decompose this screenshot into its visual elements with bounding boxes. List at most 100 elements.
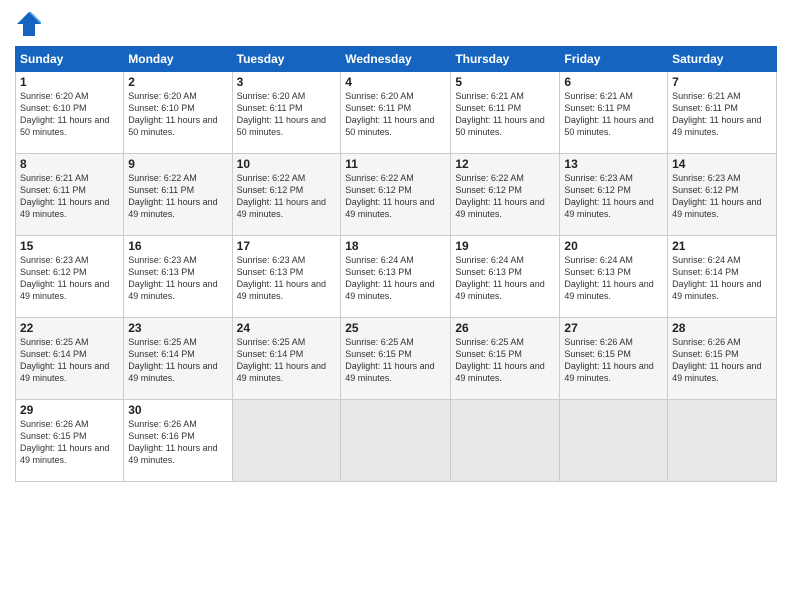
col-thursday: Thursday — [451, 47, 560, 72]
col-friday: Friday — [560, 47, 668, 72]
day-number: 12 — [455, 157, 555, 171]
day-number: 3 — [237, 75, 337, 89]
calendar-week-row-5: 29 Sunrise: 6:26 AMSunset: 6:15 PMDaylig… — [16, 400, 777, 482]
day-number: 21 — [672, 239, 772, 253]
day-number: 30 — [128, 403, 227, 417]
calendar-cell: 4 Sunrise: 6:20 AMSunset: 6:11 PMDayligh… — [341, 72, 451, 154]
day-info: Sunrise: 6:21 AMSunset: 6:11 PMDaylight:… — [564, 90, 663, 139]
day-info: Sunrise: 6:25 AMSunset: 6:15 PMDaylight:… — [345, 336, 446, 385]
calendar-cell: 7 Sunrise: 6:21 AMSunset: 6:11 PMDayligh… — [668, 72, 777, 154]
calendar-week-row-2: 8 Sunrise: 6:21 AMSunset: 6:11 PMDayligh… — [16, 154, 777, 236]
day-info: Sunrise: 6:25 AMSunset: 6:14 PMDaylight:… — [128, 336, 227, 385]
calendar-cell: 12 Sunrise: 6:22 AMSunset: 6:12 PMDaylig… — [451, 154, 560, 236]
calendar-cell: 13 Sunrise: 6:23 AMSunset: 6:12 PMDaylig… — [560, 154, 668, 236]
day-number: 15 — [20, 239, 119, 253]
day-info: Sunrise: 6:26 AMSunset: 6:15 PMDaylight:… — [20, 418, 119, 467]
day-info: Sunrise: 6:24 AMSunset: 6:13 PMDaylight:… — [564, 254, 663, 303]
day-info: Sunrise: 6:22 AMSunset: 6:12 PMDaylight:… — [345, 172, 446, 221]
calendar-cell: 20 Sunrise: 6:24 AMSunset: 6:13 PMDaylig… — [560, 236, 668, 318]
day-info: Sunrise: 6:26 AMSunset: 6:15 PMDaylight:… — [672, 336, 772, 385]
calendar-cell: 15 Sunrise: 6:23 AMSunset: 6:12 PMDaylig… — [16, 236, 124, 318]
day-number: 18 — [345, 239, 446, 253]
day-info: Sunrise: 6:26 AMSunset: 6:15 PMDaylight:… — [564, 336, 663, 385]
page: Sunday Monday Tuesday Wednesday Thursday… — [0, 0, 792, 612]
day-info: Sunrise: 6:20 AMSunset: 6:11 PMDaylight:… — [237, 90, 337, 139]
day-info: Sunrise: 6:25 AMSunset: 6:14 PMDaylight:… — [237, 336, 337, 385]
day-number: 1 — [20, 75, 119, 89]
day-info: Sunrise: 6:22 AMSunset: 6:11 PMDaylight:… — [128, 172, 227, 221]
calendar-table: Sunday Monday Tuesday Wednesday Thursday… — [15, 46, 777, 482]
day-number: 28 — [672, 321, 772, 335]
calendar-cell: 21 Sunrise: 6:24 AMSunset: 6:14 PMDaylig… — [668, 236, 777, 318]
calendar-cell — [341, 400, 451, 482]
day-number: 26 — [455, 321, 555, 335]
day-number: 7 — [672, 75, 772, 89]
day-info: Sunrise: 6:20 AMSunset: 6:10 PMDaylight:… — [128, 90, 227, 139]
calendar-cell: 25 Sunrise: 6:25 AMSunset: 6:15 PMDaylig… — [341, 318, 451, 400]
day-info: Sunrise: 6:24 AMSunset: 6:13 PMDaylight:… — [345, 254, 446, 303]
calendar-cell — [232, 400, 341, 482]
day-number: 22 — [20, 321, 119, 335]
day-number: 8 — [20, 157, 119, 171]
col-sunday: Sunday — [16, 47, 124, 72]
day-info: Sunrise: 6:23 AMSunset: 6:13 PMDaylight:… — [237, 254, 337, 303]
day-number: 29 — [20, 403, 119, 417]
day-info: Sunrise: 6:23 AMSunset: 6:12 PMDaylight:… — [564, 172, 663, 221]
day-info: Sunrise: 6:24 AMSunset: 6:14 PMDaylight:… — [672, 254, 772, 303]
day-number: 6 — [564, 75, 663, 89]
calendar-cell: 5 Sunrise: 6:21 AMSunset: 6:11 PMDayligh… — [451, 72, 560, 154]
day-number: 27 — [564, 321, 663, 335]
day-number: 4 — [345, 75, 446, 89]
calendar-cell: 18 Sunrise: 6:24 AMSunset: 6:13 PMDaylig… — [341, 236, 451, 318]
calendar-cell: 14 Sunrise: 6:23 AMSunset: 6:12 PMDaylig… — [668, 154, 777, 236]
calendar-cell — [451, 400, 560, 482]
day-number: 13 — [564, 157, 663, 171]
header — [15, 10, 777, 38]
day-info: Sunrise: 6:20 AMSunset: 6:10 PMDaylight:… — [20, 90, 119, 139]
col-tuesday: Tuesday — [232, 47, 341, 72]
calendar-cell: 28 Sunrise: 6:26 AMSunset: 6:15 PMDaylig… — [668, 318, 777, 400]
calendar-week-row-1: 1 Sunrise: 6:20 AMSunset: 6:10 PMDayligh… — [16, 72, 777, 154]
day-info: Sunrise: 6:20 AMSunset: 6:11 PMDaylight:… — [345, 90, 446, 139]
day-info: Sunrise: 6:25 AMSunset: 6:15 PMDaylight:… — [455, 336, 555, 385]
day-number: 24 — [237, 321, 337, 335]
col-saturday: Saturday — [668, 47, 777, 72]
calendar-cell: 19 Sunrise: 6:24 AMSunset: 6:13 PMDaylig… — [451, 236, 560, 318]
calendar-cell: 23 Sunrise: 6:25 AMSunset: 6:14 PMDaylig… — [124, 318, 232, 400]
day-number: 19 — [455, 239, 555, 253]
logo — [15, 10, 47, 38]
day-info: Sunrise: 6:21 AMSunset: 6:11 PMDaylight:… — [672, 90, 772, 139]
day-info: Sunrise: 6:22 AMSunset: 6:12 PMDaylight:… — [455, 172, 555, 221]
day-info: Sunrise: 6:23 AMSunset: 6:12 PMDaylight:… — [672, 172, 772, 221]
day-info: Sunrise: 6:26 AMSunset: 6:16 PMDaylight:… — [128, 418, 227, 467]
calendar-cell — [560, 400, 668, 482]
day-number: 10 — [237, 157, 337, 171]
day-number: 17 — [237, 239, 337, 253]
calendar-cell: 16 Sunrise: 6:23 AMSunset: 6:13 PMDaylig… — [124, 236, 232, 318]
day-info: Sunrise: 6:23 AMSunset: 6:13 PMDaylight:… — [128, 254, 227, 303]
day-info: Sunrise: 6:23 AMSunset: 6:12 PMDaylight:… — [20, 254, 119, 303]
day-number: 11 — [345, 157, 446, 171]
calendar-cell: 30 Sunrise: 6:26 AMSunset: 6:16 PMDaylig… — [124, 400, 232, 482]
col-monday: Monday — [124, 47, 232, 72]
day-number: 20 — [564, 239, 663, 253]
calendar-week-row-4: 22 Sunrise: 6:25 AMSunset: 6:14 PMDaylig… — [16, 318, 777, 400]
calendar-cell: 9 Sunrise: 6:22 AMSunset: 6:11 PMDayligh… — [124, 154, 232, 236]
calendar-cell: 26 Sunrise: 6:25 AMSunset: 6:15 PMDaylig… — [451, 318, 560, 400]
calendar-cell: 8 Sunrise: 6:21 AMSunset: 6:11 PMDayligh… — [16, 154, 124, 236]
calendar-header-row: Sunday Monday Tuesday Wednesday Thursday… — [16, 47, 777, 72]
calendar-cell: 17 Sunrise: 6:23 AMSunset: 6:13 PMDaylig… — [232, 236, 341, 318]
calendar-cell: 27 Sunrise: 6:26 AMSunset: 6:15 PMDaylig… — [560, 318, 668, 400]
calendar-cell: 2 Sunrise: 6:20 AMSunset: 6:10 PMDayligh… — [124, 72, 232, 154]
day-number: 16 — [128, 239, 227, 253]
day-number: 5 — [455, 75, 555, 89]
calendar-cell: 10 Sunrise: 6:22 AMSunset: 6:12 PMDaylig… — [232, 154, 341, 236]
day-number: 14 — [672, 157, 772, 171]
calendar-cell: 6 Sunrise: 6:21 AMSunset: 6:11 PMDayligh… — [560, 72, 668, 154]
day-info: Sunrise: 6:25 AMSunset: 6:14 PMDaylight:… — [20, 336, 119, 385]
calendar-cell: 24 Sunrise: 6:25 AMSunset: 6:14 PMDaylig… — [232, 318, 341, 400]
day-info: Sunrise: 6:21 AMSunset: 6:11 PMDaylight:… — [455, 90, 555, 139]
day-number: 23 — [128, 321, 227, 335]
calendar-cell: 29 Sunrise: 6:26 AMSunset: 6:15 PMDaylig… — [16, 400, 124, 482]
day-number: 2 — [128, 75, 227, 89]
